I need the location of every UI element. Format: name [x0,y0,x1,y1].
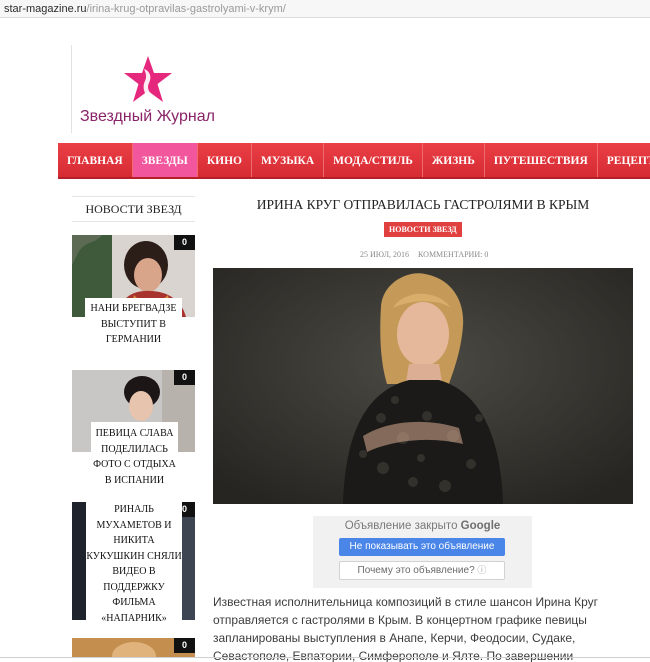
nav-item-moda-stil[interactable]: МОДА/СТИЛЬ [324,143,423,177]
article-meta: 25 ИЮЛ, 2016 КОММЕНТАРИИ: 0 [360,250,488,259]
article-title: ИРИНА КРУГ ОТПРАВИЛАСЬ ГАСТРОЛЯМИ В КРЫМ [256,197,590,212]
article-date: 25 ИЮЛ, 2016 [360,250,410,259]
google-brand-text: Google [460,520,501,532]
nav-item-recepty[interactable]: РЕЦЕПТЫ [598,143,650,177]
news-card[interactable]: 0 [72,638,195,658]
url-path: /irina-krug-otpravilas-gastrolyami-v-kry… [86,3,286,15]
main-nav: ГЛАВНАЯ ЗВЕЗДЫ КИНО МУЗЫКА МОДА/СТИЛЬ ЖИ… [58,143,650,179]
comment-count-badge: 0 [174,370,195,385]
news-card-title[interactable]: ПЕВИЦА СЛАВА ПОДЕЛИЛАСЬ ФОТО С ОТДЫХА В … [91,422,178,486]
info-icon: ⓘ [477,565,487,575]
address-bar[interactable]: star-magazine.ru/irina-krug-otpravilas-g… [0,0,650,18]
why-this-ad-button[interactable]: Почему это объявление? ⓘ [339,561,505,580]
site-logo-text[interactable]: Звездный Журнал [80,108,215,126]
news-card-title[interactable]: НАНИ БРЕГВАДЗЕ ВЫСТУПИТ В ГЕРМАНИИ [85,298,182,348]
news-card[interactable]: 0 НАНИ БРЕГВАДЗЕ ВЫСТУПИТ В ГЕРМАНИИ [72,235,195,350]
news-card-title[interactable]: РИНАЛЬ МУХАМЕТОВ И НИКИТА КУКУШКИН СНЯЛИ… [86,502,182,624]
ad-closed-message: Объявление закрыто Google [313,520,532,532]
news-card[interactable]: 0 ПЕВИЦА СЛАВА ПОДЕЛИЛАСЬ ФОТО С ОТДЫХА … [72,370,195,486]
nav-item-zvezdy[interactable]: ЗВЕЗДЫ [132,143,198,177]
nav-item-muzyka[interactable]: МУЗЫКА [252,143,325,177]
nav-item-puteshestviya[interactable]: ПУТЕШЕСТВИЯ [485,143,598,177]
news-card[interactable]: 0 РИНАЛЬ МУХАМЕТОВ И НИКИТА КУКУШКИН СНЯ… [72,502,195,624]
ad-closed-text: Объявление закрыто [344,520,458,532]
comment-count-badge: 0 [174,638,195,653]
hide-ad-button[interactable]: Не показывать это объявление [339,538,505,556]
nav-item-zhizn[interactable]: ЖИЗНЬ [423,143,485,177]
viewport-bottom-edge [0,657,650,658]
category-tag[interactable]: НОВОСТИ ЗВЕЗД [384,222,462,237]
ad-closed-panel: Объявление закрыто Google Не показывать … [313,516,532,588]
nav-item-glavnaya[interactable]: ГЛАВНАЯ [58,143,133,177]
nav-item-kino[interactable]: КИНО [198,143,252,177]
sidebar-heading: НОВОСТИ ЗВЕЗД [72,196,195,222]
article-photo [213,268,633,504]
comment-count-badge: 0 [174,235,195,250]
article-body: Известная исполнительница композиций в с… [213,595,599,662]
logo-divider [71,45,72,133]
why-this-ad-label: Почему это объявление? [357,565,475,576]
url-host: star-magazine.ru [4,3,87,15]
article-comments[interactable]: КОММЕНТАРИИ: 0 [418,250,488,259]
star-logo-icon[interactable] [122,55,174,105]
